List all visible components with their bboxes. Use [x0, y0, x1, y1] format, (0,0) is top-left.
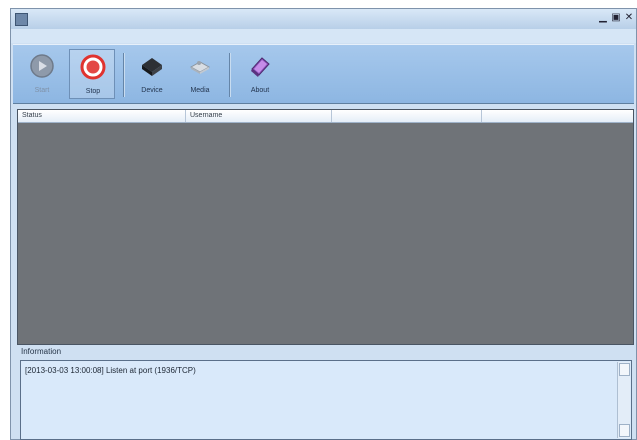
device-button[interactable]: Device [129, 49, 175, 99]
media-label: Media [190, 87, 210, 94]
column-status[interactable]: Status [18, 110, 186, 122]
information-label: Information [21, 347, 62, 356]
menu-bar [11, 29, 636, 43]
media-button[interactable]: Media [177, 49, 223, 99]
toolbar-separator [123, 53, 125, 97]
stop-button[interactable]: Stop [69, 49, 115, 99]
column-3[interactable] [332, 110, 482, 122]
title-bar[interactable]: ▁ ▣ ✕ [11, 9, 636, 29]
about-button[interactable]: About [237, 49, 283, 99]
scroll-up-arrow-icon[interactable] [619, 363, 630, 376]
scroll-down-arrow-icon[interactable] [619, 424, 630, 437]
about-icon [251, 57, 270, 77]
play-circle-icon [30, 54, 54, 78]
device-label: Device [141, 87, 163, 94]
maximize-button[interactable]: ▣ [610, 12, 622, 24]
about-label: About [250, 87, 270, 94]
column-4[interactable] [482, 110, 633, 122]
close-button[interactable]: ✕ [623, 12, 635, 24]
stop-circle-icon [80, 54, 106, 80]
app-icon [15, 13, 28, 26]
toolbar-separator [229, 53, 231, 97]
app-window: ▁ ▣ ✕ Start Stop Device Media About Stat… [10, 8, 637, 440]
session-list[interactable]: Status Username [17, 109, 634, 345]
device-icon [142, 58, 162, 76]
minimize-button[interactable]: ▁ [597, 12, 609, 24]
list-header: Status Username [18, 110, 633, 123]
log-scrollbar[interactable] [617, 362, 630, 438]
log-line: [2013-03-03 13:00:08] Listen at port (19… [25, 366, 196, 375]
start-button[interactable]: Start [19, 49, 65, 99]
toolbar: Start Stop Device Media About [13, 44, 634, 104]
stop-label: Stop [85, 88, 101, 95]
information-log[interactable]: [2013-03-03 13:00:08] Listen at port (19… [20, 360, 632, 440]
column-username[interactable]: Username [186, 110, 332, 122]
start-label: Start [34, 87, 50, 94]
media-icon [189, 61, 211, 74]
